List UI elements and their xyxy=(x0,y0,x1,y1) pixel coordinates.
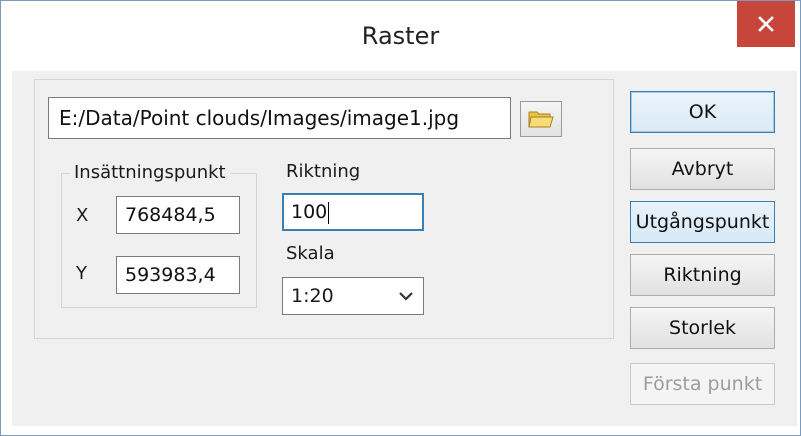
direction-input[interactable]: 100 xyxy=(282,193,424,231)
close-icon xyxy=(758,16,774,32)
close-button[interactable] xyxy=(737,1,795,47)
scale-selected-value: 1:20 xyxy=(291,285,334,307)
y-label: Y xyxy=(76,263,87,284)
raster-dialog: Raster E:/Data/Point clouds/Images/image… xyxy=(0,0,801,436)
origin-button[interactable]: Utgångspunkt xyxy=(630,201,775,243)
x-label: X xyxy=(76,205,89,226)
y-coordinate-input[interactable]: 593983,4 xyxy=(116,256,240,294)
size-button[interactable]: Storlek xyxy=(630,307,775,349)
direction-button[interactable]: Riktning xyxy=(630,254,775,296)
insertion-point-legend: Insättningspunkt xyxy=(70,162,230,184)
direction-value: 100 xyxy=(291,201,328,223)
dialog-body: E:/Data/Point clouds/Images/image1.jpg I… xyxy=(12,71,797,426)
scale-select[interactable]: 1:20 xyxy=(282,277,424,315)
dialog-title: Raster xyxy=(361,22,440,50)
browse-button[interactable] xyxy=(520,101,562,137)
scale-label: Skala xyxy=(286,243,335,264)
first-point-button[interactable]: Första punkt xyxy=(630,363,775,405)
cancel-button[interactable]: Avbryt xyxy=(630,148,775,190)
x-coordinate-input[interactable]: 768484,5 xyxy=(116,196,240,234)
ok-button[interactable]: OK xyxy=(630,91,775,133)
folder-icon xyxy=(528,111,554,128)
direction-label: Riktning xyxy=(286,161,361,182)
title-bar[interactable]: Raster xyxy=(1,1,800,57)
chevron-down-icon xyxy=(399,292,413,301)
file-path-input[interactable]: E:/Data/Point clouds/Images/image1.jpg xyxy=(48,97,511,139)
text-caret xyxy=(328,201,330,224)
